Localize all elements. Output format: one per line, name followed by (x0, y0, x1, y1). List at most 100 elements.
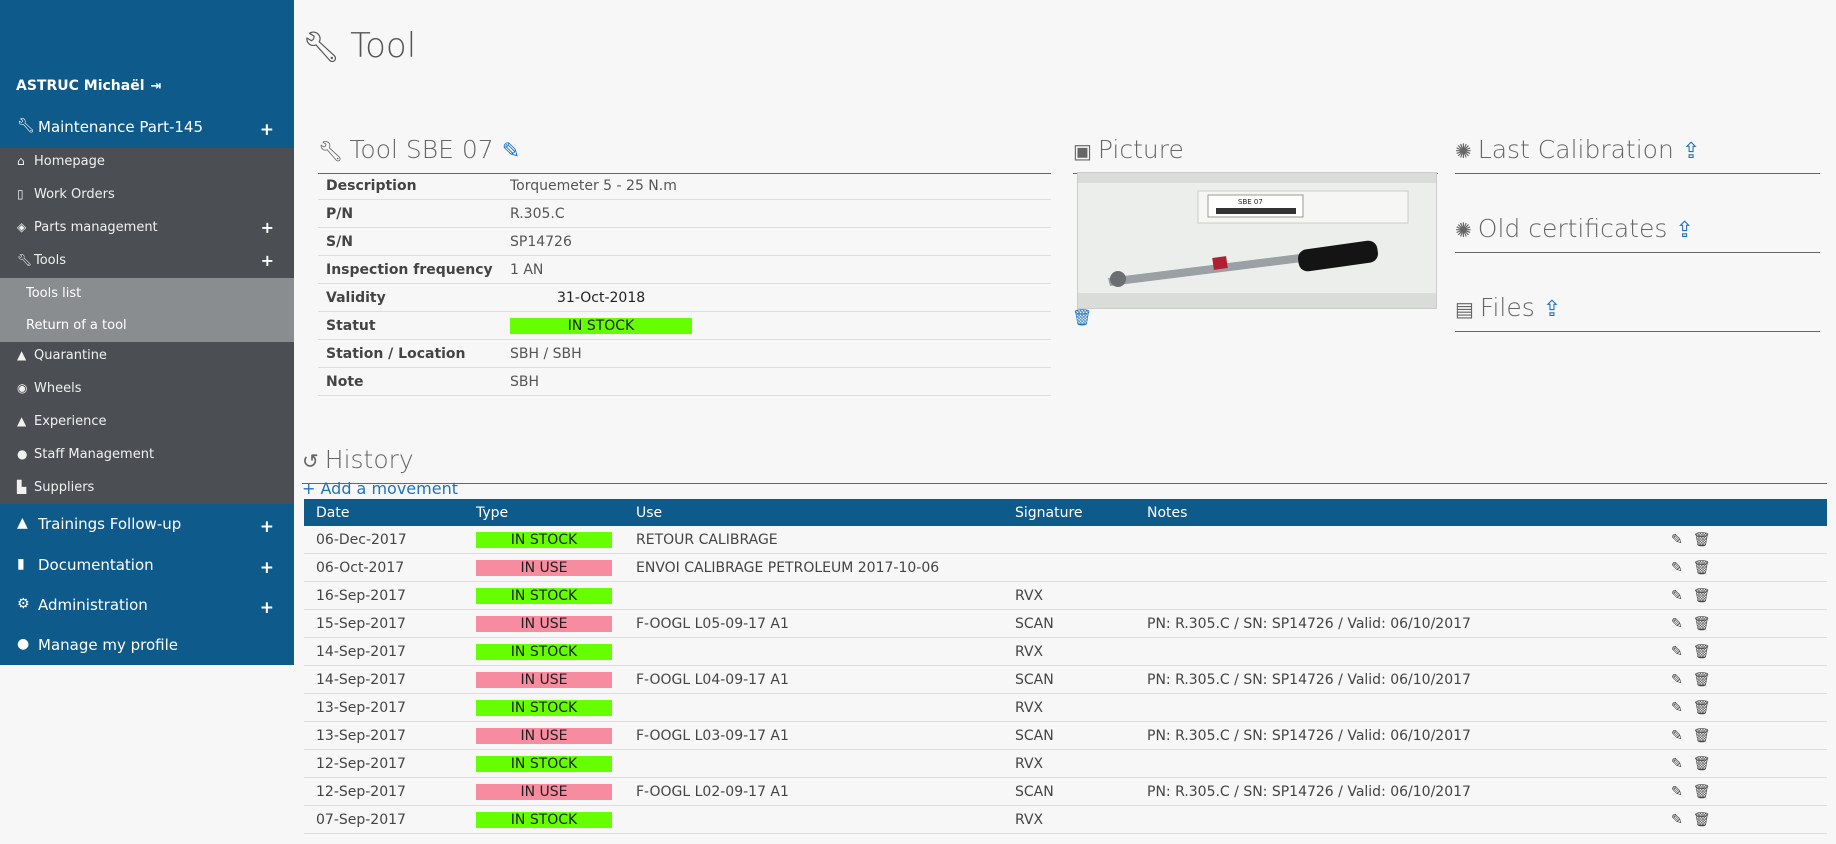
row-use: ENVOI CALIBRAGE PETROLEUM 2017-10-06 (624, 553, 1003, 582)
edit-icon[interactable]: ✎ (1671, 700, 1683, 716)
sidebar-item-label: Tools (34, 253, 67, 268)
row-notes (1135, 805, 1659, 834)
sidebar-item-quarantine[interactable]: ▲ Quarantine (0, 348, 294, 380)
expand-icon[interactable]: + (261, 251, 274, 270)
trash-icon[interactable]: 🗑︎ (1693, 756, 1711, 772)
sidebar-item-label: Suppliers (34, 480, 95, 495)
tool-heading: 🔧︎ Tool SBE 07 ✎ (318, 135, 1051, 174)
sidebar-item-experience[interactable]: ▲ Experience (0, 414, 294, 446)
logout-icon[interactable]: ⇥ (151, 79, 162, 94)
row-use: F-OOGL L02-09-17 A1 (624, 777, 1003, 806)
info-value: IN STOCK (502, 311, 1051, 340)
type-badge: IN USE (476, 783, 612, 800)
trash-icon[interactable]: 🗑︎ (1693, 728, 1711, 744)
type-badge: IN STOCK (476, 531, 612, 548)
row-type: IN STOCK (464, 581, 624, 610)
row-notes: PN: R.305.C / SN: SP14726 / Valid: 06/10… (1135, 665, 1659, 694)
home-icon: ⌂ (17, 154, 25, 168)
trash-icon[interactable]: 🗑︎ (1693, 672, 1711, 688)
menu-documentation[interactable]: ▮ Documentation + (0, 556, 294, 596)
edit-icon[interactable]: ✎ (1671, 588, 1683, 604)
info-value: SBH / SBH (502, 339, 1051, 368)
info-key: P/N (318, 199, 502, 228)
edit-icon[interactable]: ✎ (1671, 644, 1683, 660)
edit-icon[interactable]: ✎ (1671, 728, 1683, 744)
tool-picture[interactable]: SBE 07 (1077, 172, 1437, 309)
row-notes: PN: R.305.C / SN: SP14726 / Valid: 06/10… (1135, 721, 1659, 750)
table-row: 14-Sep-2017 IN USE F-OOGL L04-09-17 A1 SCAN… (304, 665, 1827, 694)
row-use (624, 749, 1003, 778)
row-date: 14-Sep-2017 (304, 637, 464, 666)
sidebar-item-homepage[interactable]: ⌂ Homepage (0, 154, 294, 186)
edit-icon[interactable]: ✎ (1671, 532, 1683, 548)
files-text: Files (1479, 293, 1535, 322)
row-signature: RVX (1003, 637, 1135, 666)
sidebar-item-work-orders[interactable]: ▯ Work Orders (0, 187, 294, 219)
row-date: 06-Oct-2017 (304, 553, 464, 582)
row-use: RETOUR CALIBRAGE (624, 526, 1003, 554)
tool-photo: SBE 07 (1078, 173, 1436, 308)
trash-icon[interactable]: 🗑︎ (1693, 644, 1711, 660)
edit-icon[interactable]: ✎ (1671, 616, 1683, 632)
expand-icon[interactable]: + (260, 558, 274, 578)
trash-icon[interactable]: 🗑︎ (1693, 560, 1711, 576)
expand-icon[interactable]: + (260, 598, 274, 618)
sidebar-item-label: Quarantine (34, 348, 107, 363)
row-signature: SCAN (1003, 609, 1135, 638)
add-movement-link[interactable]: + Add a movement (302, 479, 458, 498)
type-badge: IN USE (476, 671, 612, 688)
warning-icon: ▲ (17, 348, 27, 362)
row-notes (1135, 749, 1659, 778)
row-type: IN USE (464, 665, 624, 694)
expand-icon[interactable]: + (260, 120, 274, 140)
menu-administration[interactable]: ⚙ Administration + (0, 596, 294, 636)
sidebar-item-staff[interactable]: ● Staff Management (0, 447, 294, 479)
row-use (624, 581, 1003, 610)
table-row: 12-Sep-2017 IN STOCK RVX ✎ 🗑︎ (304, 749, 1827, 778)
file-icon: ▯ (17, 187, 24, 201)
edit-icon[interactable]: ✎ (1671, 560, 1683, 576)
trash-icon[interactable]: 🗑︎ (1693, 812, 1711, 828)
expand-icon[interactable]: + (260, 517, 274, 537)
table-row: 06-Dec-2017 IN STOCK RETOUR CALIBRAGE ✎ 🗑︎ (304, 526, 1827, 554)
row-date: 13-Sep-2017 (304, 693, 464, 722)
upload-icon[interactable]: ⇪ (1675, 218, 1693, 243)
delete-picture-icon[interactable]: 🗑︎ (1072, 308, 1092, 327)
row-date: 16-Sep-2017 (304, 581, 464, 610)
user-name[interactable]: ASTRUC Michaël ⇥ (16, 78, 161, 94)
history-header-row: Date Type Use Signature Notes (304, 499, 1827, 526)
trash-icon[interactable]: 🗑︎ (1693, 784, 1711, 800)
upload-icon[interactable]: ⇪ (1682, 139, 1700, 164)
edit-icon[interactable]: ✎ (1671, 672, 1683, 688)
row-notes (1135, 637, 1659, 666)
row-use: F-OOGL L04-09-17 A1 (624, 665, 1003, 694)
row-type: IN USE (464, 777, 624, 806)
image-icon: ▣ (1073, 139, 1092, 163)
edit-icon[interactable]: ✎ (502, 139, 520, 164)
sidebar-item-wheels[interactable]: ◉ Wheels (0, 381, 294, 413)
row-notes: PN: R.305.C / SN: SP14726 / Valid: 06/10… (1135, 609, 1659, 638)
sidebar-item-suppliers[interactable]: ▙ Suppliers (0, 480, 294, 512)
picture-heading-text: Picture (1097, 135, 1184, 164)
menu-profile[interactable]: ● Manage my profile (0, 636, 294, 676)
trash-icon[interactable]: 🗑︎ (1693, 616, 1711, 632)
upload-icon[interactable]: ⇪ (1543, 297, 1561, 322)
sidebar-item-return-tool[interactable]: Return of a tool (26, 318, 127, 333)
row-notes (1135, 553, 1659, 582)
edit-icon[interactable]: ✎ (1671, 812, 1683, 828)
edit-icon[interactable]: ✎ (1671, 756, 1683, 772)
edit-icon[interactable]: ✎ (1671, 784, 1683, 800)
row-signature: RVX (1003, 749, 1135, 778)
sidebar-item-tools-list[interactable]: Tools list (26, 286, 81, 301)
row-use (624, 805, 1003, 834)
sidebar-item-parts[interactable]: ◈ Parts management + (0, 218, 294, 252)
menu-trainings[interactable]: ▲ Trainings Follow-up + (0, 515, 294, 555)
trash-icon[interactable]: 🗑︎ (1693, 700, 1711, 716)
trash-icon[interactable]: 🗑︎ (1693, 532, 1711, 548)
menu-maintenance-label: Maintenance Part-145 (38, 118, 204, 136)
type-badge: IN USE (476, 615, 612, 632)
trash-icon[interactable]: 🗑︎ (1693, 588, 1711, 604)
menu-trainings-label: Trainings Follow-up (38, 515, 182, 533)
expand-icon[interactable]: + (261, 218, 274, 237)
last-calibration-heading: ✺ Last Calibration ⇪ (1455, 135, 1820, 174)
